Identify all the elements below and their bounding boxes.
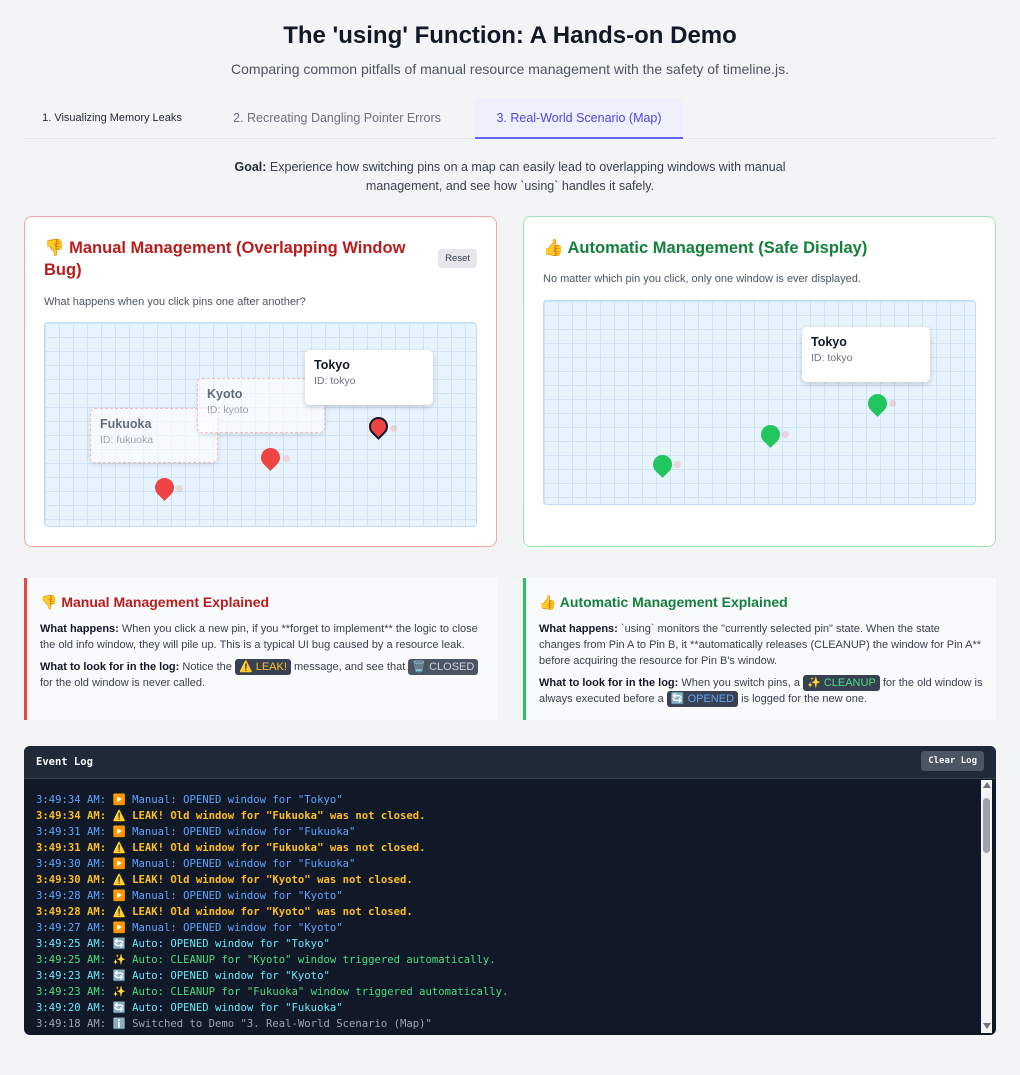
event-log-title: Event Log: [36, 756, 93, 768]
auto-explanation-body: What happens: `using` monitors the "curr…: [539, 621, 984, 713]
pin-kyoto[interactable]: [757, 421, 784, 448]
page-subtitle: Comparing common pitfalls of manual reso…: [231, 61, 789, 77]
manual-management-card: 👎 Manual Management (Overlapping Window …: [24, 216, 497, 547]
log-entry: 3:49:30 AM: ⚠️ LEAK! Old window for "Kyo…: [36, 874, 413, 886]
look-for-label: What to look for in the log:: [539, 677, 679, 689]
log-entry: 3:49:28 AM: ▶️ Manual: OPENED window for…: [36, 890, 343, 902]
info-window-name: Tokyo: [314, 358, 350, 372]
log-entry: 3:49:27 AM: ▶️ Manual: OPENED window for…: [36, 922, 343, 934]
look-for-text: Notice the: [182, 661, 232, 673]
scroll-up-arrow-icon[interactable]: [983, 782, 991, 788]
log-entry: 3:49:31 AM: ▶️ Manual: OPENED window for…: [36, 826, 356, 838]
manual-explanation-body: What happens: When you click a new pin, …: [40, 621, 485, 697]
look-for-text: is logged for the new one.: [741, 693, 868, 705]
auto-card-description: No matter which pin you click, only one …: [543, 273, 861, 285]
pin-shadow: [889, 400, 896, 407]
info-window-name: Tokyo: [811, 335, 847, 349]
manual-map[interactable]: Fukuoka ID: fukuoka Kyoto ID: kyoto Toky…: [44, 322, 477, 527]
what-happens-label: What happens:: [539, 623, 618, 635]
scroll-thumb[interactable]: [983, 798, 990, 853]
info-window-tokyo: Tokyo ID: tokyo: [305, 350, 433, 405]
closed-tag: 🗑️ CLOSED: [408, 659, 479, 675]
log-entry: 3:49:25 AM: ✨ Auto: CLEANUP for "Kyoto" …: [36, 954, 496, 966]
pin-shadow: [390, 425, 397, 432]
pin-shadow: [283, 455, 290, 462]
tab-dangling-pointer-errors[interactable]: 2. Recreating Dangling Pointer Errors: [214, 98, 460, 138]
goal-description: Experience how switching pins on a map c…: [269, 160, 786, 193]
tab-visualizing-memory-leaks[interactable]: 1. Visualizing Memory Leaks: [24, 98, 200, 138]
info-window-id: ID: kyoto: [207, 404, 249, 416]
leak-tag: ⚠️ LEAK!: [234, 659, 291, 675]
info-window-id: ID: tokyo: [314, 375, 356, 387]
goal-label: Goal:: [234, 160, 267, 174]
pin-tokyo[interactable]: [365, 413, 392, 440]
opened-tag: 🔄 OPENED: [666, 691, 739, 707]
log-entry: 3:49:23 AM: ✨ Auto: CLEANUP for "Fukuoka…: [36, 986, 509, 998]
pin-shadow: [782, 431, 789, 438]
page-title: The 'using' Function: A Hands-on Demo: [283, 22, 737, 49]
manual-card-description: What happens when you click pins one aft…: [44, 296, 306, 308]
manual-card-title: 👎 Manual Management (Overlapping Window …: [44, 239, 406, 279]
pin-fukuoka[interactable]: [151, 474, 178, 501]
look-for-text: message, and see that: [293, 661, 406, 673]
info-window-name: Fukuoka: [100, 417, 152, 431]
manual-explanation-title: 👎 Manual Management Explained: [40, 594, 270, 610]
log-entry: 3:49:18 AM: ℹ️ Switched to Demo "3. Real…: [36, 1018, 432, 1030]
goal-text: Goal: Experience how switching pins on a…: [200, 158, 820, 196]
info-window-tokyo: Tokyo ID: tokyo: [802, 327, 930, 382]
pin-kyoto[interactable]: [257, 444, 284, 471]
pin-fukuoka[interactable]: [649, 451, 676, 478]
pin-tokyo[interactable]: [864, 390, 891, 417]
auto-map[interactable]: Tokyo ID: tokyo: [543, 300, 976, 505]
look-for-text: for the old window is never called.: [40, 677, 206, 689]
manual-explanation-panel: 👎 Manual Management Explained What happe…: [24, 578, 497, 720]
pin-shadow: [674, 461, 681, 468]
log-entry: 3:49:30 AM: ▶️ Manual: OPENED window for…: [36, 858, 356, 870]
demo-tabs: 1. Visualizing Memory Leaks 2. Recreatin…: [24, 98, 996, 139]
event-log-header: Event Log Clear Log: [24, 746, 996, 779]
info-window-id: ID: tokyo: [811, 352, 853, 364]
look-for-text: When you switch pins, a: [681, 677, 800, 689]
auto-explanation-panel: 👍 Automatic Management Explained What ha…: [523, 578, 996, 720]
look-for-label: What to look for in the log:: [40, 661, 180, 673]
automatic-management-card: 👍 Automatic Management (Safe Display) No…: [523, 216, 996, 547]
log-entry: 3:49:20 AM: 🔄 Auto: OPENED window for "F…: [36, 1002, 343, 1014]
tab-real-world-scenario[interactable]: 3. Real-World Scenario (Map): [475, 98, 683, 139]
info-window-id: ID: fukuoka: [100, 434, 154, 446]
scroll-down-arrow-icon[interactable]: [983, 1023, 991, 1029]
cleanup-tag: ✨ CLEANUP: [803, 675, 880, 691]
log-entry: 3:49:34 AM: ▶️ Manual: OPENED window for…: [36, 794, 343, 806]
pin-shadow: [176, 485, 183, 492]
log-entry: 3:49:34 AM: ⚠️ LEAK! Old window for "Fuk…: [36, 810, 426, 822]
log-entry: 3:49:31 AM: ⚠️ LEAK! Old window for "Fuk…: [36, 842, 426, 854]
log-scrollbar[interactable]: [981, 780, 992, 1033]
info-window-name: Kyoto: [207, 387, 243, 401]
reset-button[interactable]: Reset: [438, 249, 477, 268]
log-entry: 3:49:28 AM: ⚠️ LEAK! Old window for "Kyo…: [36, 906, 413, 918]
log-entry: 3:49:23 AM: 🔄 Auto: OPENED window for "K…: [36, 970, 330, 982]
event-log-panel: Event Log Clear Log 3:49:34 AM: ▶️ Manua…: [24, 746, 996, 1035]
auto-explanation-title: 👍 Automatic Management Explained: [539, 594, 788, 610]
log-entry: 3:49:25 AM: 🔄 Auto: OPENED window for "T…: [36, 938, 330, 950]
clear-log-button[interactable]: Clear Log: [921, 751, 984, 771]
what-happens-label: What happens:: [40, 623, 119, 635]
auto-card-title: 👍 Automatic Management (Safe Display): [543, 239, 868, 257]
event-log-entries: 3:49:34 AM: ▶️ Manual: OPENED window for…: [36, 792, 976, 1032]
